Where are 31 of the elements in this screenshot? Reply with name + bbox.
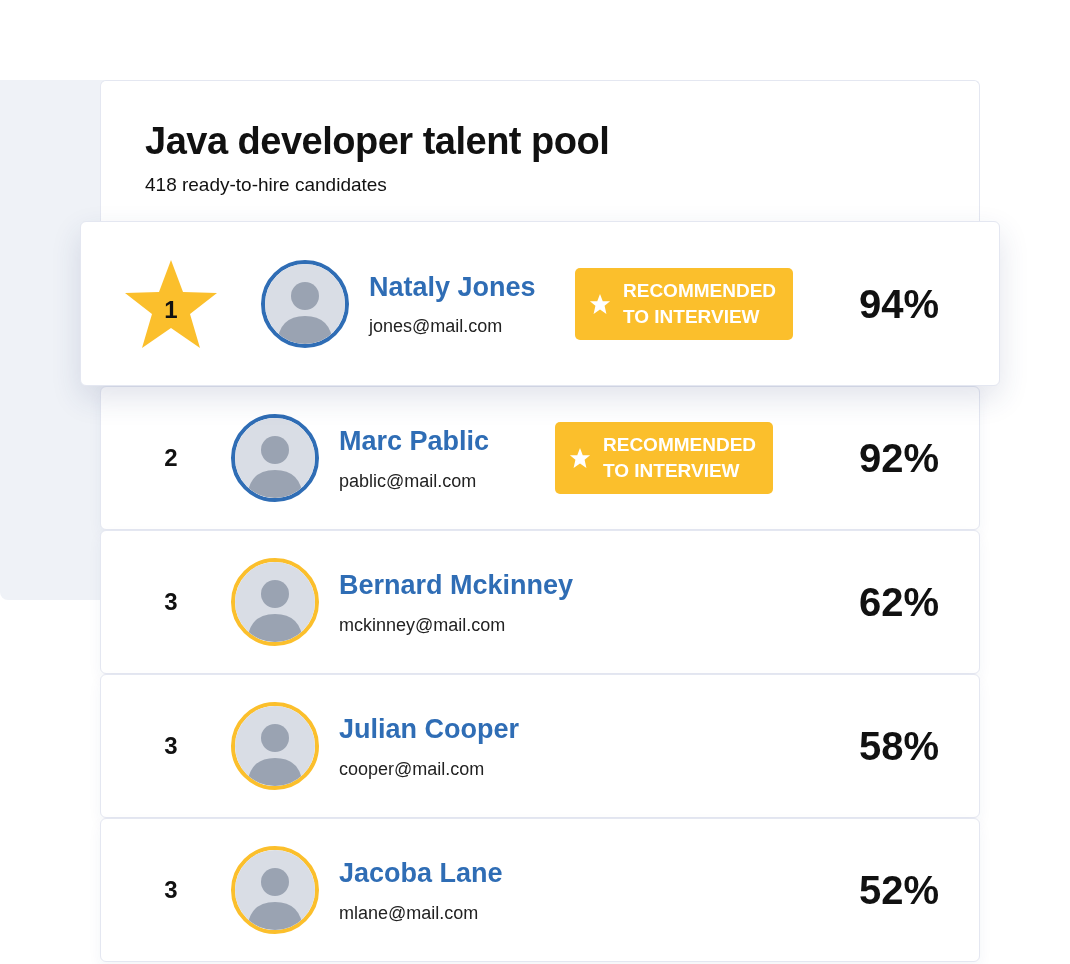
rank-number: 3 <box>164 587 178 618</box>
candidate-name[interactable]: Jacoba Lane <box>339 853 555 894</box>
candidate-name[interactable]: Bernard Mckinney <box>339 565 574 606</box>
candidate-email: cooper@mail.com <box>339 757 486 781</box>
candidate-row[interactable]: 1 Nataly Jones jones@mail.com RECOMMENDED TO INTERVIEW 94% <box>80 221 1000 387</box>
candidate-name[interactable]: Julian Cooper <box>339 709 555 750</box>
candidate-email: mckinney@mail.com <box>339 613 507 637</box>
rank-number: 3 <box>164 875 178 906</box>
match-score: 62% <box>858 579 939 627</box>
star-icon <box>569 447 591 470</box>
candidate-email: jones@mail.com <box>369 315 504 339</box>
match-score: 94% <box>858 280 939 328</box>
candidate-email: pablic@mail.com <box>339 469 478 493</box>
rank-number: 2 <box>164 443 178 474</box>
candidate-email: mlane@mail.com <box>339 901 480 925</box>
badge-label: RECOMMENDED TO INTERVIEW <box>603 433 758 484</box>
candidate-row[interactable]: 3 Julian Cooper cooper@mail.com 58% <box>100 674 980 819</box>
badge-label: RECOMMENDED TO INTERVIEW <box>623 278 778 329</box>
candidate-name[interactable]: Marc Pablic <box>339 421 555 462</box>
candidate-row[interactable]: 3 Bernard Mckinney mckinney@mail.com 62% <box>100 530 980 675</box>
candidate-row[interactable]: 2 Marc Pablic pablic@mail.com RECOMMENDED TO INTERVIEW 92% <box>100 386 980 531</box>
match-score: 92% <box>858 435 939 483</box>
candidate-row[interactable]: 3 Jacoba Lane mlane@mail.com 52% <box>100 818 980 963</box>
match-score: 52% <box>858 867 939 915</box>
candidate-count: 418 ready-to-hire candidates <box>145 172 388 197</box>
rank-number: 3 <box>164 731 178 762</box>
star-icon <box>589 292 611 315</box>
rank-number: 1 <box>163 294 179 325</box>
candidate-name[interactable]: Nataly Jones <box>369 266 575 308</box>
pool-title: Java developer talent pool <box>145 119 611 164</box>
match-score: 58% <box>858 723 939 771</box>
